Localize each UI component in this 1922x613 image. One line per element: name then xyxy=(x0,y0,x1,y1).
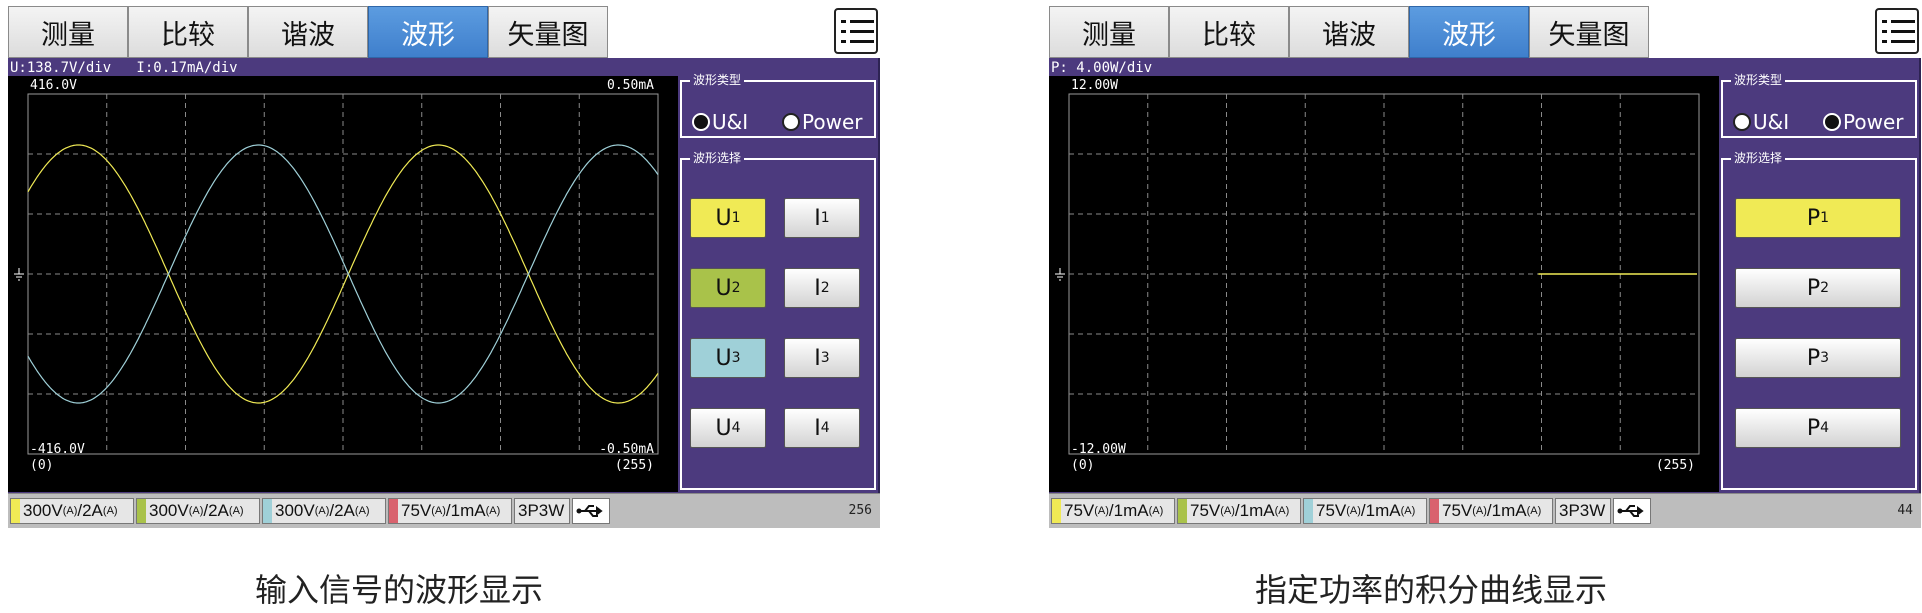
wave-button-u4[interactable]: U4 xyxy=(690,408,766,448)
bottom-left-scale: -12.00W xyxy=(1071,442,1126,457)
caption-left: 输入信号的波形显示 xyxy=(255,571,544,609)
wave-type-title: 波形类型 xyxy=(690,73,745,87)
tab-vector[interactable]: 矢量图 xyxy=(1529,6,1649,58)
bottom-left-scale: -416.0V xyxy=(30,442,85,457)
wave-select-title: 波形选择 xyxy=(690,151,745,165)
scope-display: 416.0V 0.50mA -416.0V -0.50mA (0) (255) xyxy=(8,76,678,492)
sample-count: 44 xyxy=(1897,503,1913,518)
scale-readout: P: 4.00W/div xyxy=(1051,60,1153,76)
tab-compare[interactable]: 比较 xyxy=(1169,6,1289,58)
wave-type-title: 波形类型 xyxy=(1731,73,1786,87)
list-menu-icon[interactable] xyxy=(834,8,878,54)
range-cell-ch2: 300V (A)/2A (A) xyxy=(136,498,260,524)
range-cell-ch3: 75V (A)/1mA (A) xyxy=(1303,498,1427,524)
range-cell-ch1: 300V (A)/2A (A) xyxy=(10,498,134,524)
range-cell-ch4: 75V (A)/1mA (A) xyxy=(388,498,512,524)
wave-type-group: 波形类型 U&I Power xyxy=(1721,73,1917,138)
bottom-right-scale: -0.50mA xyxy=(599,442,654,457)
ground-marker-icon xyxy=(1055,268,1065,281)
wave-type-group: 波形类型 U&I Power xyxy=(680,73,876,138)
tab-compare[interactable]: 比较 xyxy=(128,6,248,58)
range-cell-ch2: 75V (A)/1mA (A) xyxy=(1177,498,1301,524)
wave-select-group: 波形选择 U1 I1 U2 I2 U3 I3 U4 I4 xyxy=(680,151,876,490)
tab-harmonic[interactable]: 谐波 xyxy=(1289,6,1409,58)
top-left-scale: 416.0V xyxy=(30,78,77,93)
top-left-scale: 12.00W xyxy=(1071,78,1118,93)
wave-button-i4[interactable]: I4 xyxy=(784,408,860,448)
wave-button-i2[interactable]: I2 xyxy=(784,268,860,308)
x-end-label: (255) xyxy=(614,458,654,473)
x-start-label: (0) xyxy=(30,458,54,473)
wave-button-p4[interactable]: P4 xyxy=(1735,408,1901,448)
radio-power[interactable]: Power xyxy=(1823,110,1903,134)
radio-ui[interactable]: U&I xyxy=(1733,110,1789,134)
scope-display: 12.00W -12.00W (0) (255) xyxy=(1049,76,1719,492)
wave-button-p1[interactable]: P1 xyxy=(1735,198,1901,238)
wave-button-u2[interactable]: U2 xyxy=(690,268,766,308)
tab-measure[interactable]: 测量 xyxy=(1049,6,1169,58)
list-menu-icon[interactable] xyxy=(1875,8,1919,54)
status-bar: 300V (A)/2A (A) 300V (A)/2A (A) 300V (A)/2A (A… xyxy=(8,493,880,528)
usb-icon xyxy=(572,498,610,524)
x-end-label: (255) xyxy=(1655,458,1695,473)
tab-bar: 测量 比较 谐波 波形 矢量图 xyxy=(8,6,880,58)
radio-power-indicator-icon xyxy=(782,113,800,131)
range-cell-ch4: 75V (A)/1mA (A) xyxy=(1429,498,1553,524)
wave-select-group: 波形选择 P1 P2 P3 P4 xyxy=(1721,151,1917,490)
status-bar: 75V (A)/1mA (A) 75V (A)/1mA (A) 75V (A)/1mA (A… xyxy=(1049,493,1921,528)
waveform-area: U:138.7V/div I:0.17mA/div 416.0V 0.50mA … xyxy=(8,58,880,493)
wave-button-p3[interactable]: P3 xyxy=(1735,338,1901,378)
radio-power-indicator-icon xyxy=(1823,113,1841,131)
ground-marker-icon xyxy=(14,268,24,281)
tab-harmonic[interactable]: 谐波 xyxy=(248,6,368,58)
wave-button-p2[interactable]: P2 xyxy=(1735,268,1901,308)
radio-ui-indicator-icon xyxy=(692,113,710,131)
tab-waveform[interactable]: 波形 xyxy=(368,6,488,58)
sample-count: 256 xyxy=(848,503,872,518)
radio-ui[interactable]: U&I xyxy=(692,110,748,134)
waveform-area: P: 4.00W/div 12.00W -12.00W (0) (255) 波形… xyxy=(1049,58,1921,493)
wiring-mode: 3P3W xyxy=(1555,498,1611,524)
radio-power[interactable]: Power xyxy=(782,110,862,134)
waveform-screen-input: 测量 比较 谐波 波形 矢量图 U:138.7V/div I:0.17mA/di… xyxy=(8,6,880,528)
tab-waveform[interactable]: 波形 xyxy=(1409,6,1529,58)
top-right-scale: 0.50mA xyxy=(607,78,654,93)
wave-button-i3[interactable]: I3 xyxy=(784,338,860,378)
tab-vector[interactable]: 矢量图 xyxy=(488,6,608,58)
wave-button-u1[interactable]: U1 xyxy=(690,198,766,238)
wave-button-u3[interactable]: U3 xyxy=(690,338,766,378)
wiring-mode: 3P3W xyxy=(514,498,570,524)
wave-select-title: 波形选择 xyxy=(1731,151,1786,165)
tab-measure[interactable]: 测量 xyxy=(8,6,128,58)
scope-grid xyxy=(14,93,659,455)
scale-readout: U:138.7V/div I:0.17mA/div xyxy=(10,60,238,76)
usb-icon xyxy=(1613,498,1651,524)
tab-bar: 测量 比较 谐波 波形 矢量图 xyxy=(1049,6,1921,58)
radio-ui-indicator-icon xyxy=(1733,113,1751,131)
x-start-label: (0) xyxy=(1071,458,1095,473)
range-cell-ch1: 75V (A)/1mA (A) xyxy=(1051,498,1175,524)
scope-grid xyxy=(1055,93,1700,455)
waveform-screen-power: 测量 比较 谐波 波形 矢量图 P: 4.00W/div 12.00W -12.… xyxy=(1049,6,1921,528)
caption-right: 指定功率的积分曲线显示 xyxy=(1255,571,1608,609)
range-cell-ch3: 300V (A)/2A (A) xyxy=(262,498,386,524)
wave-button-i1[interactable]: I1 xyxy=(784,198,860,238)
